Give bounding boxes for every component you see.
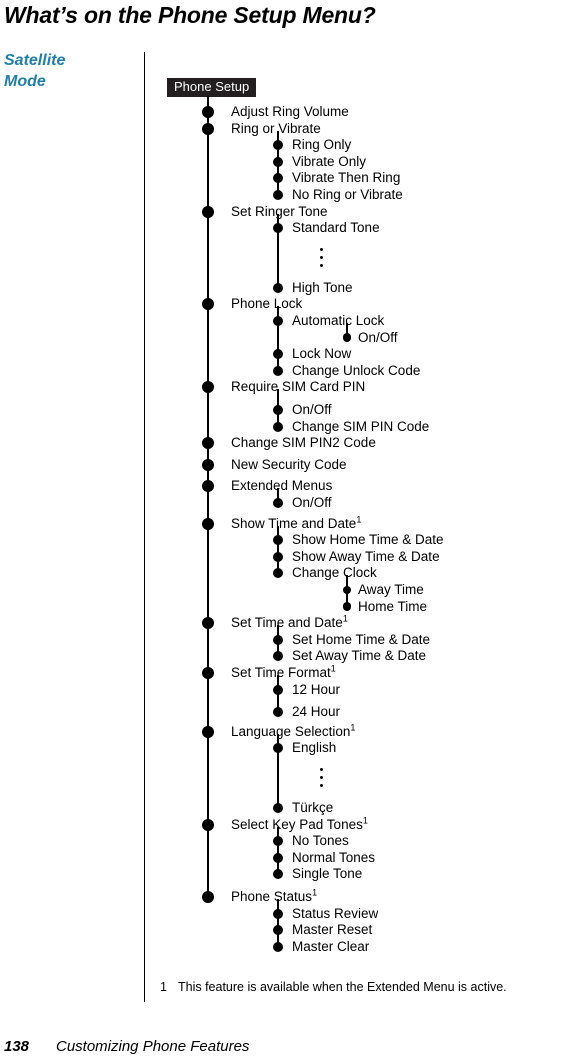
trunk-branch-stub (346, 575, 348, 590)
menu-item-label: Change Unlock Code (292, 362, 421, 378)
footnote-marker: 1 (362, 815, 368, 826)
menu-item-label: Türkçe (292, 800, 334, 815)
menu-item-label: Adjust Ring Volume (231, 104, 349, 119)
menu-item-label: On/Off (292, 402, 332, 417)
menu-item-label: No Ring or Vibrate (292, 187, 403, 202)
trunk-level-3 (346, 590, 348, 607)
trunk-level-2 (277, 913, 279, 947)
footnote-text: This feature is available when the Exten… (178, 980, 507, 994)
menu-item-label: Normal Tones (292, 849, 376, 865)
menu-item-label: Lock Now (292, 346, 352, 362)
footnote-number: 1 (160, 980, 167, 994)
footnote-marker: 1 (312, 887, 318, 898)
vertical-ellipsis-icon (320, 768, 323, 792)
menu-item-label: Select Key Pad Tones1 (231, 815, 368, 832)
trunk-level-2 (277, 410, 279, 427)
trunk-level-2 (277, 228, 279, 288)
trunk-branch-stub (277, 130, 279, 146)
footer-section-title: Customizing Phone Features (56, 1038, 250, 1055)
vertical-ellipsis-icon (320, 248, 323, 272)
trunk-level-2 (277, 145, 279, 195)
menu-item-label: Show Away Time & Date (292, 548, 440, 564)
trunk-branch-stub (277, 525, 279, 541)
menu-item-label: Set Home Time & Date (292, 631, 431, 647)
menu-item-label: On/Off (358, 329, 398, 345)
menu-item-label: Language Selection1 (231, 722, 356, 739)
menu-item-label: Change SIM PIN Code (292, 418, 430, 434)
menu-item-label: Standard Tone (292, 220, 380, 236)
trunk-branch-stub (277, 306, 279, 321)
menu-item-label: Master Clear (292, 938, 370, 954)
trunk-branch-stub (277, 625, 279, 640)
trunk-branch-stub (277, 826, 279, 842)
menu-item-label: Ring or Vibrate (231, 120, 321, 136)
menu-item-label: Ring Only (292, 137, 352, 153)
menu-item-label: New Security Code (231, 456, 347, 472)
menu-item-label: On/Off (292, 495, 332, 510)
page-number: 138 (4, 1038, 30, 1055)
menu-item-label: Status Review (292, 905, 379, 921)
menu-item-label: English (292, 740, 337, 756)
trunk-level-2 (277, 639, 279, 657)
menu-item-label: Automatic Lock (292, 313, 385, 328)
trunk-branch-stub (277, 675, 279, 690)
menu-item-label: Away Time (358, 582, 424, 597)
trunk-branch-stub (277, 899, 279, 914)
phone-setup-menu-tree: Phone Setup Adjust Ring Volume Ring or Vi… (0, 0, 565, 1010)
trunk-level-2 (277, 748, 279, 808)
menu-item-label: Single Tone (292, 866, 363, 882)
footnote: 1 This feature is available when the Exte… (160, 980, 507, 995)
menu-item-label: Show Home Time & Date (292, 532, 444, 548)
footnote-marker: 1 (350, 722, 356, 733)
menu-item-label: Extended Menus (231, 478, 333, 494)
menu-item-label: Phone Lock (231, 296, 303, 312)
trunk-level-2 (277, 689, 279, 713)
trunk-level-1 (207, 96, 209, 897)
menu-item-label: Vibrate Then Ring (292, 170, 401, 186)
trunk-level-2 (277, 540, 279, 574)
menu-root-label: Phone Setup (167, 78, 257, 97)
menu-item-label: Change SIM PIN2 Code (231, 435, 376, 451)
trunk-branch-stub (277, 488, 279, 503)
trunk-branch-stub (277, 213, 279, 229)
menu-item-label: Set Time Format1 (231, 663, 336, 680)
trunk-branch-stub (277, 389, 279, 410)
menu-item-label: Require SIM Card PIN (231, 379, 366, 395)
trunk-branch-stub (277, 733, 279, 749)
menu-item-label: No Tones (292, 833, 349, 849)
menu-item-label: Phone Status1 (231, 887, 318, 904)
menu-item-label: 12 Hour (292, 681, 341, 697)
menu-item-label: Show Time and Date1 (231, 514, 362, 531)
footnote-marker: 1 (330, 663, 336, 674)
footnote-marker: 1 (356, 514, 362, 525)
page-footer: 138 Customizing Phone Features (4, 1038, 249, 1055)
menu-item-label: Set Time and Date1 (231, 613, 348, 631)
trunk-level-2 (277, 841, 279, 875)
menu-item-label: High Tone (292, 279, 353, 295)
trunk-level-2 (277, 321, 279, 371)
menu-item-label: Master Reset (292, 922, 373, 938)
menu-item-label: Set Away Time & Date (292, 648, 427, 664)
menu-item-label: Set Ringer Tone (231, 203, 328, 219)
menu-item-label: Vibrate Only (292, 153, 367, 169)
footnote-marker: 1 (342, 613, 348, 624)
trunk-branch-stub (346, 323, 348, 338)
menu-item-label: 24 Hour (292, 704, 341, 720)
menu-item-label: Home Time (358, 598, 428, 614)
menu-item-label: Change Clock (292, 565, 377, 581)
